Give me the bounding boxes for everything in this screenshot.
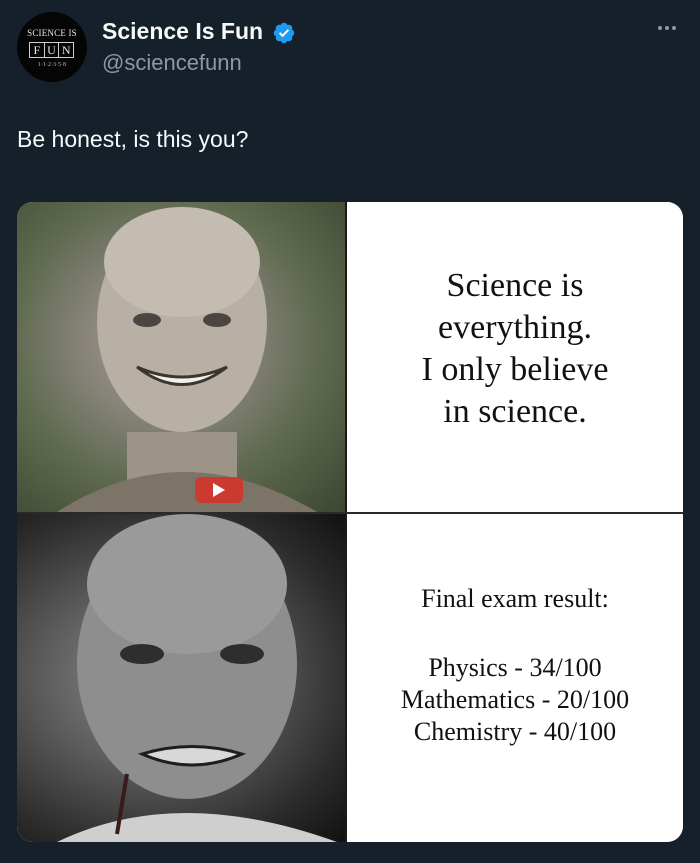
tweet-media[interactable]: Science is everything. I only believe in… [17, 202, 683, 842]
more-dot [665, 26, 669, 30]
avatar-letter: N [58, 42, 75, 58]
crying-man-illustration [57, 514, 337, 842]
meme-caption-bottom: Final exam result: Physics - 34/100 Math… [347, 514, 683, 842]
tweet-header: SCIENCE IS F U N 1·1·2·3·5·8 Science Is … [0, 0, 700, 100]
smiling-man-illustration [57, 207, 317, 512]
avatar-logo-text: SCIENCE IS [27, 28, 77, 38]
display-name[interactable]: Science Is Fun [102, 18, 263, 45]
verified-badge-icon [273, 22, 295, 44]
more-options-icon[interactable] [650, 18, 684, 38]
meme-caption-line: I only believe [421, 351, 609, 388]
exam-result: Chemistry - 40/100 [413, 717, 617, 746]
avatar-logo-letters: F U N [29, 42, 75, 58]
meme-photo-crying [17, 514, 345, 842]
tweet-text: Be honest, is this you? [17, 126, 249, 152]
exam-title: Final exam result: [421, 584, 609, 613]
exam-result: Mathematics - 20/100 [400, 685, 630, 714]
meme-caption-line: in science. [443, 393, 587, 430]
exam-result: Physics - 34/100 [428, 653, 602, 682]
more-dot [658, 26, 662, 30]
avatar[interactable]: SCIENCE IS F U N 1·1·2·3·5·8 [17, 12, 87, 82]
more-dot [672, 26, 676, 30]
meme-caption-top: Science is everything. I only believe in… [347, 202, 683, 512]
meme-caption-line: everything. [438, 309, 592, 346]
meme-photo-smiling [17, 202, 345, 512]
avatar-logo-sequence: 1·1·2·3·5·8 [38, 62, 66, 68]
user-handle[interactable]: @sciencefunn [102, 50, 242, 76]
avatar-letter: U [43, 42, 60, 58]
meme-caption-line: Science is [446, 267, 584, 304]
avatar-letter: F [29, 42, 45, 58]
